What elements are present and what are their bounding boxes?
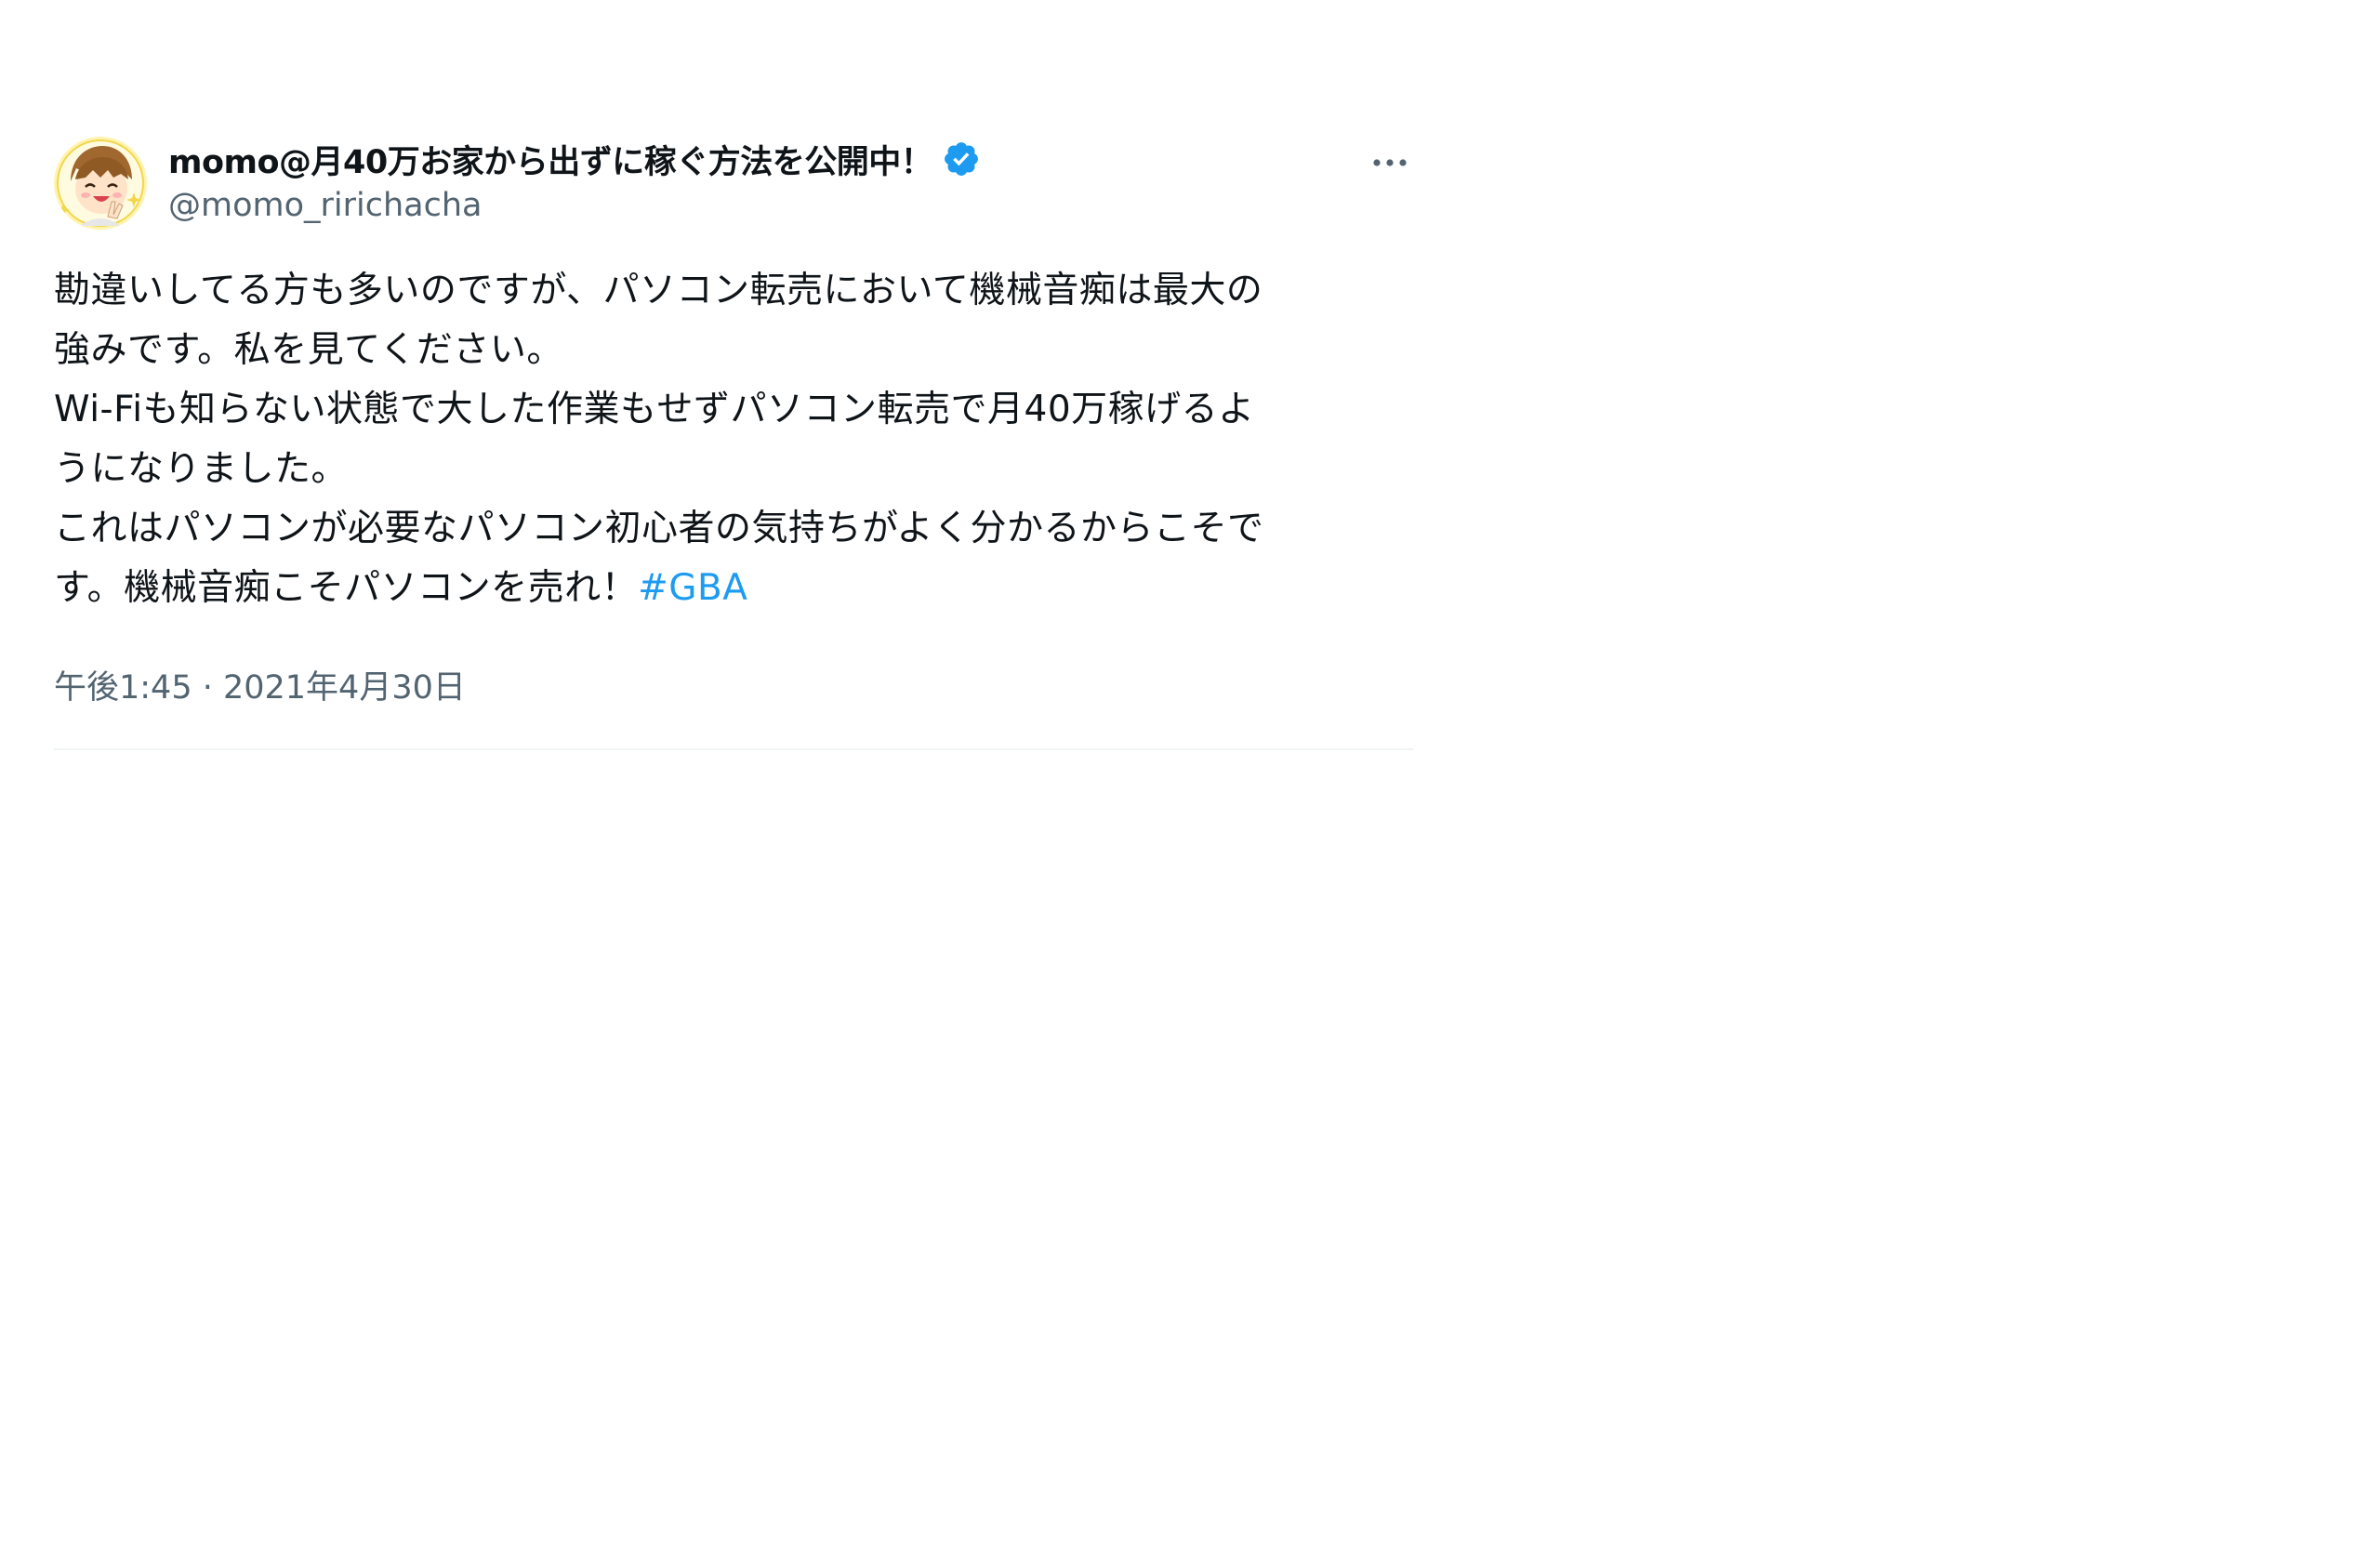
tweet-timestamp[interactable]: 午後1:45 · 2021年4月30日	[54, 661, 1413, 708]
tweet-body-line: す。機械音痴こそパソコンを売れ！	[54, 567, 639, 609]
display-name-row: momo@月40万お家から出ずに稼ぐ方法を公開中！	[168, 135, 981, 183]
user-handle[interactable]: @momo_ririchacha	[168, 187, 981, 224]
more-icon[interactable]	[1367, 144, 1413, 181]
tweet-body-line: これはパソコンが必要なパソコン初心者の気持ちがよく分かるからこそで	[54, 508, 1264, 549]
tweet-body-last-line: す。機械音痴こそパソコンを売れ！#GBA	[54, 559, 1413, 618]
verified-badge-icon[interactable]	[942, 139, 981, 178]
tweet-header: momo@月40万お家から出ずに稼ぐ方法を公開中！ @momo_ririchac…	[54, 135, 1413, 237]
avatar[interactable]	[54, 137, 147, 230]
tweet-body-line: うになりました。	[54, 448, 349, 490]
avatar-illustration	[54, 137, 147, 230]
tweet-body-line: 勘違いしてる方も多いのですが、パソコン転売において機械音痴は最大の	[54, 270, 1263, 311]
tweet: momo@月40万お家から出ずに稼ぐ方法を公開中！ @momo_ririchac…	[54, 135, 1413, 750]
hashtag-link[interactable]: #GBA	[638, 567, 747, 609]
user-names: momo@月40万お家から出ずに稼ぐ方法を公開中！ @momo_ririchac…	[168, 135, 981, 224]
tweet-body-line: 強みです。私を見てください。	[54, 329, 563, 371]
display-name[interactable]: momo@月40万お家から出ずに稼ぐ方法を公開中！	[168, 136, 933, 183]
tweet-body-line: Wi-Fiも知らない状態で大した作業もせずパソコン転売で月40万稼げるよ	[54, 389, 1255, 430]
tweet-body: 勘違いしてる方も多いのですが、パソコン転売において機械音痴は最大の 強みです。私…	[54, 261, 1413, 618]
divider	[54, 748, 1413, 750]
